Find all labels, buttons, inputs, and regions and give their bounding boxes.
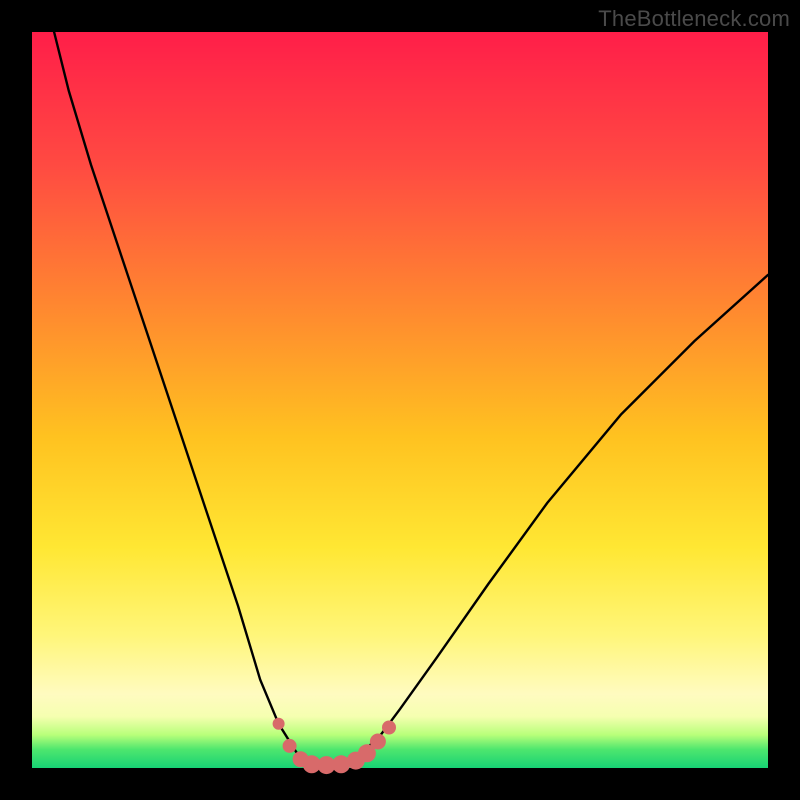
bottleneck-curve [54,32,768,764]
chart-frame: TheBottleneck.com [0,0,800,800]
watermark-text: TheBottleneck.com [598,6,790,32]
marker-dot [283,739,297,753]
marker-dot [382,721,396,735]
chart-svg [32,32,768,768]
plot-area [32,32,768,768]
marker-dot [273,718,285,730]
bottom-markers [273,718,396,774]
marker-dot [370,734,386,750]
